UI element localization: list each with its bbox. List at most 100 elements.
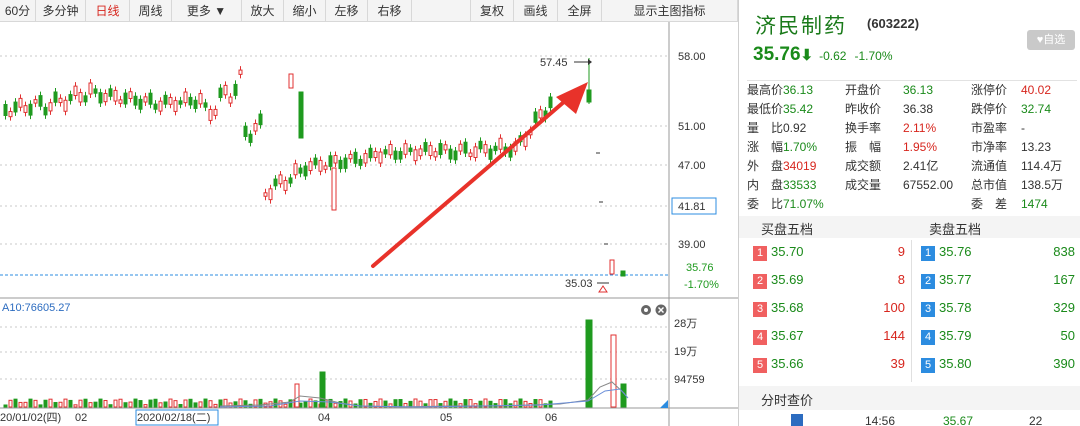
candle-body xyxy=(388,143,393,156)
pane-resize-handle-icon[interactable] xyxy=(660,400,668,408)
quote-stat-label: 总市值 xyxy=(971,178,1008,192)
volume-bar xyxy=(3,404,8,408)
candle-body xyxy=(268,188,273,201)
candle-body xyxy=(153,103,158,110)
book-divider xyxy=(911,240,912,382)
candle-body xyxy=(228,96,233,104)
volume-axis-label: 19万 xyxy=(674,346,697,358)
kline-chart[interactable]: 57.45 35.03 58.00 51.00 47.00 41.81 39.0… xyxy=(0,22,738,426)
quote-stat-value: 36.13 xyxy=(783,83,814,97)
volume-bar xyxy=(53,402,58,408)
fullscreen-button[interactable]: 全屏 xyxy=(558,0,602,22)
quote-stat-value: 36.13 xyxy=(903,83,934,97)
sell-price: 35.78 xyxy=(939,300,972,315)
candle-body xyxy=(88,82,93,95)
quote-stat-label: 最低价 xyxy=(747,102,784,116)
candle-body xyxy=(533,111,538,123)
candle-body xyxy=(258,113,263,126)
period-weekly-button[interactable]: 周线 xyxy=(130,0,172,22)
volume-bar xyxy=(198,401,203,408)
volume-bar xyxy=(283,403,288,408)
tick-row: 14:56 35.67 22 xyxy=(739,412,1080,426)
volume-bar xyxy=(118,398,123,408)
candle-body xyxy=(498,137,503,150)
quote-stat-value: 114.4万 xyxy=(1021,159,1063,173)
sell-volume: 390 xyxy=(1053,356,1075,371)
add-favorite-button[interactable]: ♥自选 xyxy=(1027,30,1075,50)
candle-body xyxy=(368,147,373,159)
crosshair-price-label: 41.81 xyxy=(678,201,706,213)
candle-body xyxy=(403,143,408,155)
candle-body xyxy=(428,145,433,156)
volume-bar xyxy=(193,402,198,408)
zoom-in-button[interactable]: 放大 xyxy=(242,0,284,22)
quote-stat-value: - xyxy=(1021,121,1025,135)
buy-book-title: 买盘五档 xyxy=(761,222,814,237)
candle-body xyxy=(98,92,103,104)
sell-level-badge: 2 xyxy=(921,274,935,289)
zoom-out-button[interactable]: 缩小 xyxy=(284,0,326,22)
quote-stat-value: 0.92 xyxy=(783,121,807,135)
move-left-button[interactable]: 左移 xyxy=(326,0,368,22)
draw-line-button[interactable]: 画线 xyxy=(514,0,558,22)
price-axis-label: 47.00 xyxy=(678,160,706,172)
buy-level-badge: 3 xyxy=(753,302,767,317)
candle-body xyxy=(93,88,98,94)
quote-stat-value: 2.41亿 xyxy=(903,159,939,173)
candle-body xyxy=(338,159,343,170)
volume-bar xyxy=(133,398,138,408)
quote-stat-value: 2.11% xyxy=(903,121,937,135)
candle-body xyxy=(308,161,313,172)
buy-price: 35.69 xyxy=(771,272,804,287)
more-dropdown-button[interactable]: 更多 ▼ xyxy=(172,0,242,22)
period-daily-button[interactable]: 日线 xyxy=(86,0,130,22)
order-book-row: 5 35.66 39 5 35.80 390 xyxy=(739,352,1080,378)
max-price-marker: 57.45 xyxy=(540,57,568,69)
quote-stats-row: 内 盘 33533 成交量 67552.00 总市值 138.5万 xyxy=(747,176,1077,195)
candle-body xyxy=(233,83,238,96)
candle-body xyxy=(293,163,298,176)
date-axis-label: 04 xyxy=(318,412,330,424)
candle-body xyxy=(288,73,294,89)
period-60min-button[interactable]: 60分 xyxy=(0,0,36,22)
candle-body xyxy=(193,99,198,109)
quote-stat-label: 跌停价 xyxy=(971,102,1008,116)
price-axis-label: 39.00 xyxy=(678,239,706,251)
price-change-pct: -1.70% xyxy=(854,49,893,63)
quote-stat-label: 振 幅 xyxy=(845,140,882,154)
candle-body xyxy=(458,143,463,152)
quote-stat-value: 35.42 xyxy=(783,102,814,116)
candle-body xyxy=(78,92,83,103)
candle-body xyxy=(63,99,68,112)
volume-bar xyxy=(178,403,183,408)
volume-bar xyxy=(113,399,118,408)
close-pane-icon[interactable] xyxy=(655,304,667,316)
adjust-price-button[interactable]: 复权 xyxy=(470,0,514,22)
candle-body xyxy=(408,147,413,153)
quote-stat-value: 71.07% xyxy=(783,197,824,211)
quote-stats-row: 外 盘 34019 成交额 2.41亿 流通值 114.4万 xyxy=(747,157,1077,176)
kline-chart-canvas[interactable]: 57.45 35.03 58.00 51.00 47.00 41.81 39.0… xyxy=(0,22,738,426)
settings-gear-icon[interactable] xyxy=(641,305,651,315)
move-right-button[interactable]: 右移 xyxy=(368,0,412,22)
quote-stats-row: 量 比 0.92 换手率 2.11% 市盈率 - xyxy=(747,119,1077,138)
candle-body xyxy=(488,148,493,160)
volume-bar xyxy=(128,401,133,408)
tick-query-header[interactable]: 分时查价 xyxy=(739,386,1080,410)
candle-body xyxy=(158,100,163,112)
main-indicator-button[interactable]: 显示主图指标 xyxy=(602,0,738,22)
tick-query-title: 分时查价 xyxy=(761,393,814,408)
tick-badge-icon xyxy=(791,414,803,426)
date-axis-label: 06 xyxy=(545,412,557,424)
quote-stats-row: 涨 幅 1.70% 振 幅 1.95% 市净率 13.23 xyxy=(747,138,1077,157)
sell-volume: 50 xyxy=(1060,328,1075,343)
candle-body xyxy=(358,158,363,166)
candle-body xyxy=(288,177,293,184)
volume-bar xyxy=(48,398,53,408)
candle-body xyxy=(218,87,223,99)
candle-body xyxy=(3,104,8,116)
volume-bar xyxy=(173,400,178,408)
quote-stat-label: 涨停价 xyxy=(971,83,1008,97)
period-multi-minute-button[interactable]: 多分钟 xyxy=(36,0,86,22)
volume-bar xyxy=(158,402,163,408)
